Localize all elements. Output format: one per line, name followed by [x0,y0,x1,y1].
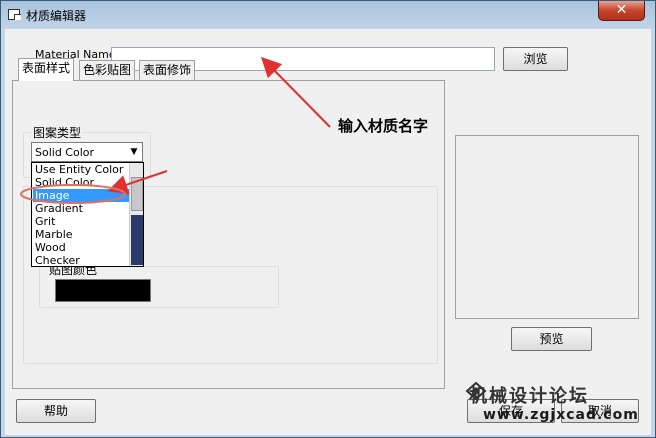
browse-button[interactable]: 浏览 [503,47,568,71]
pattern-type-combo[interactable]: Solid Color ▼ [31,142,143,162]
dropdown-scrollbar[interactable] [129,163,143,266]
help-button[interactable]: 帮助 [16,399,96,423]
tab-surface-finish[interactable]: 表面修饰 [139,60,196,80]
option-use-entity-color[interactable]: Use Entity Color [33,163,130,176]
annotation-hint: 输入材质名字 [338,117,429,135]
material-editor-window: 材质编辑器 ✕ Material Name 浏览 表面样式 色彩贴图 表面修饰 … [0,0,656,438]
watermark-text: 机械设计论坛 [469,386,589,407]
pattern-type-dropdown: Use Entity Color Solid Color Image Gradi… [31,162,144,267]
window-title: 材质编辑器 [26,9,87,23]
map-color-swatch[interactable] [55,279,151,302]
watermark-url: www.zgjxcad.com [483,407,639,423]
close-button[interactable]: ✕ [598,1,645,21]
scrollbar-thumb[interactable] [131,177,143,211]
option-gradient[interactable]: Gradient [33,202,130,215]
combo-selected-value: Solid Color [35,146,95,159]
option-checker[interactable]: Checker [33,254,130,266]
option-marble[interactable]: Marble [33,228,130,241]
title-bar[interactable]: 材质编辑器 ✕ [1,1,655,29]
option-image[interactable]: Image [33,189,130,202]
pattern-type-title: 图案类型 [31,124,84,141]
option-wood[interactable]: Wood [33,241,130,254]
option-solid-color[interactable]: Solid Color [33,176,130,189]
window-icon [8,9,21,20]
preview-button[interactable]: 预览 [511,327,592,351]
tab-surface-style[interactable]: 表面样式 [18,58,75,81]
chevron-down-icon[interactable]: ▼ [126,143,142,161]
material-preview-box [455,135,639,319]
option-grit[interactable]: Grit [33,215,130,228]
scrollbar-track-shade [131,215,143,265]
tab-color-map[interactable]: 色彩贴图 [79,60,136,80]
